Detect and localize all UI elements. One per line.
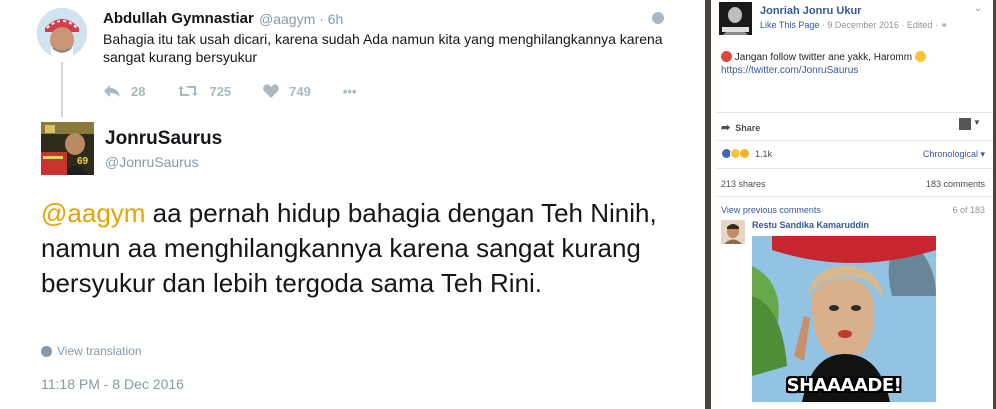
like-count: 749 xyxy=(289,83,311,99)
facebook-post-card: Jonriah Jonru Ukur ⌄ Like This Page · 9 … xyxy=(711,0,993,409)
main-author-avatar[interactable]: 69 xyxy=(41,122,94,175)
view-translation-link[interactable]: View translation xyxy=(41,344,142,358)
globe-icon: ⚭ xyxy=(940,20,948,30)
post-date: · 9 December 2016 · Edited · xyxy=(819,20,941,30)
main-tweet-text: @aagym aa pernah hidup bahagia dengan Te… xyxy=(41,196,681,301)
gif-caption: SHAAAADE! xyxy=(786,375,902,396)
tweet-actions: 28 725 749 ••• xyxy=(103,82,389,100)
divider xyxy=(717,140,993,141)
post-link[interactable]: https://twitter.com/JonruSaurus xyxy=(721,65,858,76)
comment-pagination: 6 of 183 xyxy=(952,205,985,215)
share-arrow-icon: ➦ xyxy=(721,122,731,134)
post-meta: Like This Page · 9 December 2016 · Edite… xyxy=(760,20,948,31)
view-previous-comments-link[interactable]: View previous comments xyxy=(721,205,821,215)
page-name[interactable]: Jonriah Jonru Ukur xyxy=(760,5,861,17)
wow-reaction-icon xyxy=(739,148,750,159)
order-label: Chronological xyxy=(922,149,978,159)
divider xyxy=(717,168,993,169)
post-text: Jangan follow twitter ane yakk, Haromm h… xyxy=(721,51,986,77)
share-button[interactable]: ➦ Share xyxy=(721,121,760,134)
share-label: Share xyxy=(735,122,761,133)
heart-icon xyxy=(263,84,279,98)
like-button[interactable]: 749 xyxy=(263,84,311,99)
tweet-text: Bahagia itu tak usah dicari, karena suda… xyxy=(103,31,663,65)
avatar-badge: 69 xyxy=(77,156,89,167)
retweet-count: 725 xyxy=(209,83,232,99)
reactions-summary[interactable]: 1.1k xyxy=(721,148,772,159)
devil-emoji-icon xyxy=(721,51,732,62)
globe-icon xyxy=(652,12,664,24)
thread-line xyxy=(61,62,63,117)
reply-count: 28 xyxy=(131,83,146,99)
like-page-link[interactable]: Like This Page xyxy=(760,20,819,30)
retweet-icon xyxy=(178,86,199,96)
comment-gif[interactable]: SHAAAADE! xyxy=(752,236,936,402)
author-handle-time[interactable]: @aagym · 6h xyxy=(259,11,343,27)
comments-count[interactable]: 183 comments xyxy=(926,179,985,189)
post-body: Jangan follow twitter ane yakk, Haromm xyxy=(734,52,913,63)
reaction-count: 1.1k xyxy=(755,148,773,159)
shares-count[interactable]: 213 shares xyxy=(721,179,766,189)
twitter-panel: Abdullah Gymnastiar @aagym · 6h Bahagia … xyxy=(0,0,705,409)
mention-link[interactable]: @aagym xyxy=(41,198,145,228)
reply-button[interactable]: 28 xyxy=(103,84,145,99)
laughing-emoji-icon xyxy=(914,51,926,62)
tweet-timestamp[interactable]: 11:18 PM - 8 Dec 2016 xyxy=(41,376,184,392)
more-icon: ••• xyxy=(342,83,357,99)
commenter-avatar[interactable] xyxy=(721,220,745,244)
viewer-avatar[interactable] xyxy=(959,118,971,130)
divider xyxy=(717,196,993,197)
chevron-down-icon[interactable]: ⌄ xyxy=(974,3,982,14)
divider xyxy=(717,112,993,113)
author-name[interactable]: Abdullah Gymnastiar xyxy=(103,10,254,27)
comment-order-dropdown[interactable]: Chronological ▾ xyxy=(923,149,985,160)
globe-icon xyxy=(41,345,52,357)
more-button[interactable]: ••• xyxy=(343,84,357,99)
caret-down-icon[interactable]: ▼ xyxy=(973,118,981,127)
author-avatar[interactable] xyxy=(37,8,87,58)
main-author-handle[interactable]: @JonruSaurus xyxy=(105,154,199,170)
main-author-name[interactable]: JonruSaurus xyxy=(105,128,222,150)
facebook-panel: Jonriah Jonru Ukur ⌄ Like This Page · 9 … xyxy=(705,0,996,409)
reply-icon xyxy=(104,85,120,97)
retweet-button[interactable]: 725 xyxy=(177,84,231,99)
page-avatar[interactable] xyxy=(719,2,752,35)
view-translation-label: View translation xyxy=(57,344,142,358)
commenter-name[interactable]: Restu Sandika Kamaruddin xyxy=(752,220,869,230)
